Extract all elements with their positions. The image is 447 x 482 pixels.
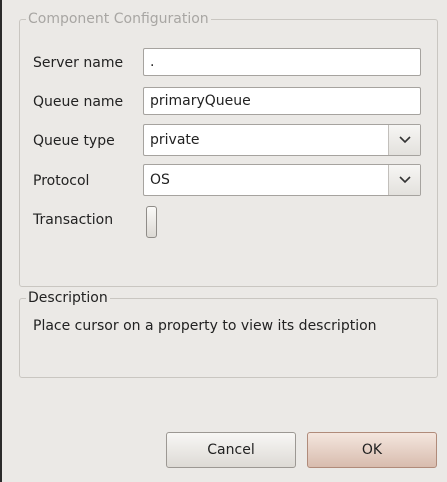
queue-type-value: private	[150, 132, 200, 148]
protocol-label: Protocol	[33, 173, 90, 189]
component-configuration-title: Component Configuration	[26, 10, 211, 28]
queue-type-label: Queue type	[33, 133, 115, 149]
queue-name-label: Queue name	[33, 94, 124, 110]
description-group: Description Place cursor on a property t…	[19, 289, 438, 378]
description-text: Place cursor on a property to view its d…	[33, 318, 377, 334]
protocol-value: OS	[150, 172, 170, 188]
protocol-select[interactable]: OS	[143, 164, 421, 196]
queue-type-dropdown-button[interactable]	[388, 125, 420, 155]
ok-button[interactable]: OK	[307, 432, 437, 468]
transaction-toggle[interactable]	[146, 206, 157, 238]
chevron-down-icon	[399, 136, 411, 144]
chevron-down-icon	[399, 176, 411, 184]
server-name-input[interactable]	[143, 48, 421, 76]
transaction-label: Transaction	[33, 212, 114, 228]
window-edge	[0, 0, 2, 482]
queue-name-input[interactable]	[143, 87, 421, 115]
queue-type-select[interactable]: private	[143, 124, 421, 156]
protocol-dropdown-button[interactable]	[388, 165, 420, 195]
description-title: Description	[26, 289, 110, 307]
cancel-button[interactable]: Cancel	[166, 432, 296, 468]
component-configuration-group: Component Configuration Server name Queu…	[19, 10, 438, 287]
server-name-label: Server name	[33, 55, 124, 71]
